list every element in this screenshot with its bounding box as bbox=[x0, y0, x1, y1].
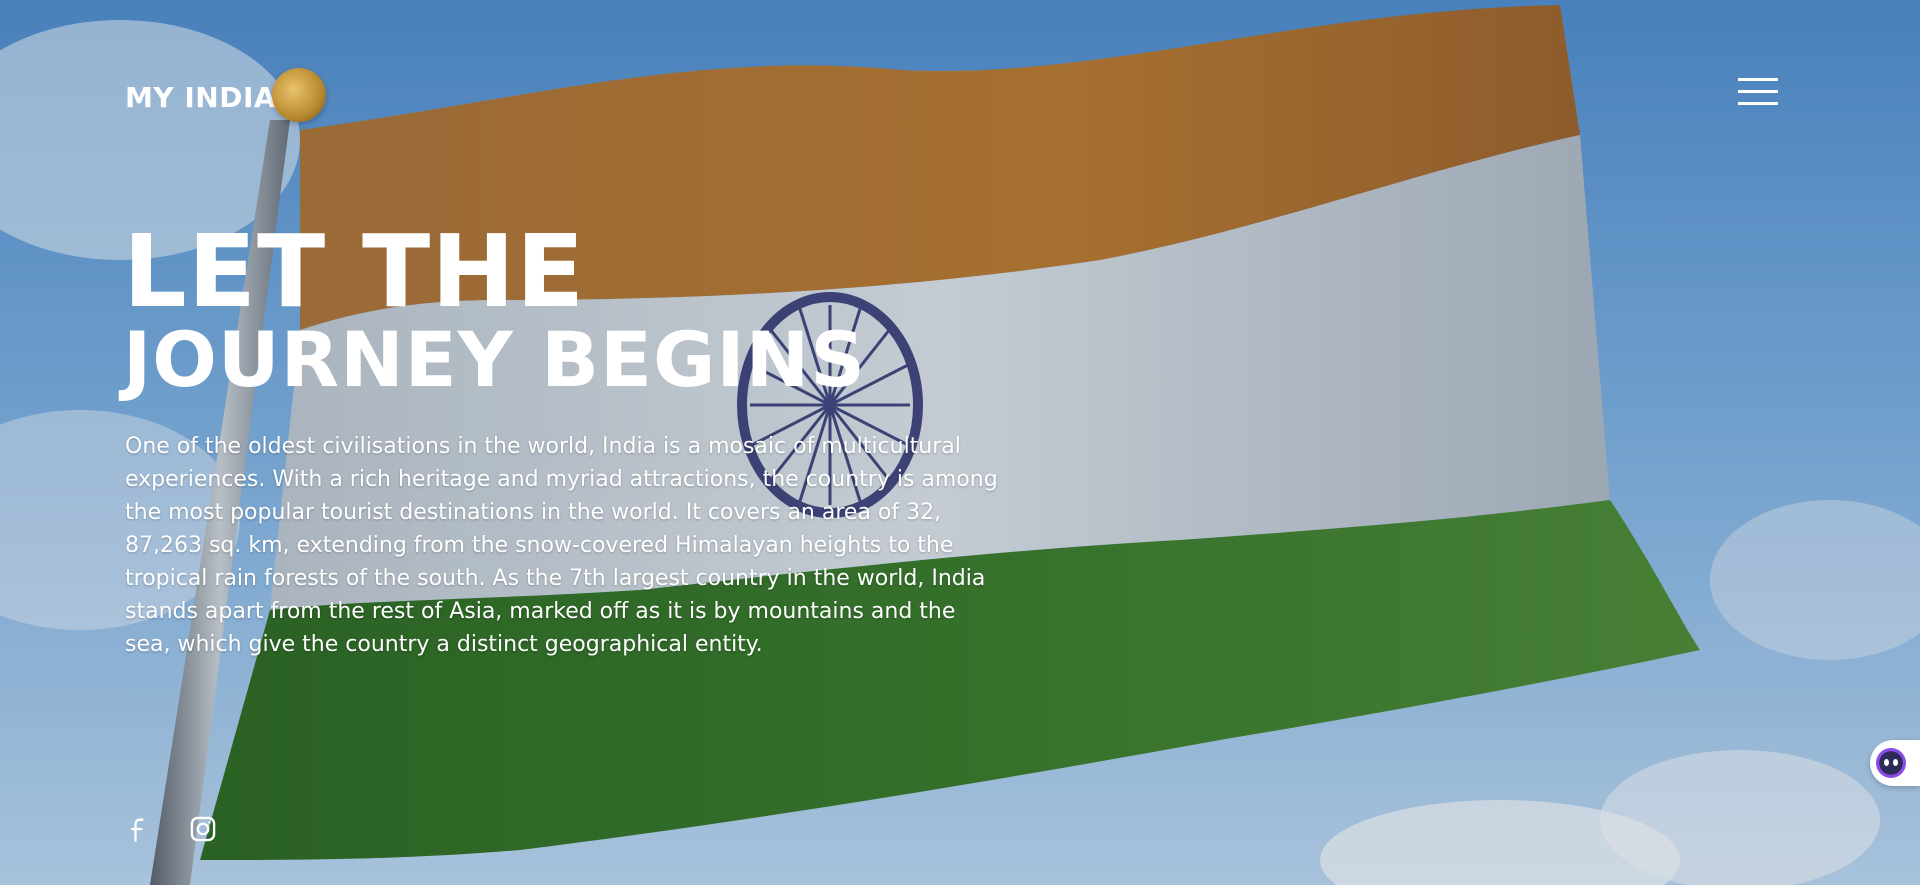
hamburger-menu-icon[interactable] bbox=[1738, 78, 1778, 106]
hero-title-line-1: LET THE bbox=[123, 213, 586, 330]
assistant-widget-button[interactable] bbox=[1870, 740, 1920, 786]
brand-logo[interactable]: MY INDIA bbox=[125, 68, 327, 122]
facebook-icon[interactable] bbox=[125, 815, 153, 843]
menu-line bbox=[1738, 78, 1778, 81]
hero-description: One of the oldest civilisations in the w… bbox=[125, 434, 998, 657]
menu-line bbox=[1738, 90, 1778, 93]
instagram-icon[interactable] bbox=[189, 815, 217, 843]
brand-name: MY INDIA bbox=[125, 80, 277, 114]
social-links bbox=[125, 815, 217, 843]
menu-line bbox=[1738, 102, 1778, 105]
globe-icon bbox=[272, 68, 327, 122]
hero-title-line-2: JOURNEY BEGINS bbox=[123, 315, 866, 404]
hero-section: MY INDIA LET THE JOURNEY BEGINS One of t… bbox=[0, 0, 1920, 885]
assistant-bot-icon bbox=[1876, 748, 1906, 778]
